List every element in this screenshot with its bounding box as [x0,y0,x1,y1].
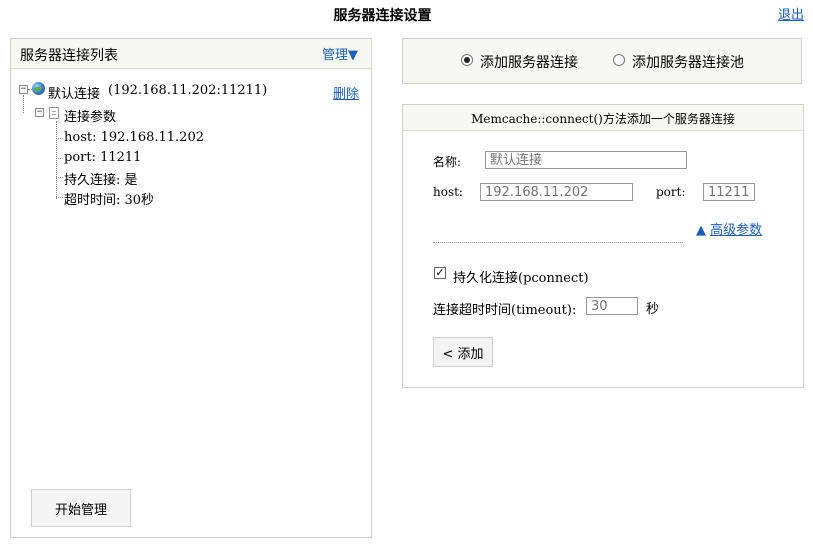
collapse-toggle-icon[interactable]: − [19,85,28,94]
logout-link[interactable]: 退出 [778,4,804,23]
document-icon [49,107,59,119]
param-port: port: 11211 [64,150,142,165]
param-timeout: 超时时间: 30秒 [64,193,155,208]
timeout-input[interactable] [586,297,638,315]
radio-add-connection-label[interactable]: 添加服务器连接 [480,52,578,72]
form-title: Memcache::connect()方法添加一个服务器连接 [471,112,735,126]
tree-connector [56,197,63,198]
tree-connector [56,158,63,159]
server-list-title: 服务器连接列表 [20,48,118,64]
host-input[interactable] [480,183,633,201]
port-input[interactable] [703,183,755,201]
mode-select-box: 添加服务器连接 添加服务器连接池 [402,38,802,84]
tree-connector [56,121,57,199]
tree-connector [23,95,24,113]
radio-add-pool[interactable] [613,54,625,66]
timeout-unit: 秒 [646,302,660,317]
timeout-label: 连接超时时间(timeout): [433,303,577,318]
divider [433,242,683,243]
manage-dropdown[interactable]: 管理▼ [322,44,358,63]
radio-add-pool-label[interactable]: 添加服务器连接池 [632,52,744,72]
port-label: port: [656,185,686,199]
name-label: 名称: [433,155,462,169]
name-input[interactable] [485,151,687,169]
globe-icon [32,82,45,95]
params-node-label[interactable]: 连接参数 [64,106,116,125]
server-list-panel: 服务器连接列表 管理▼ − 默认连接 (192.168.11.202:11211… [10,38,372,538]
advanced-params-toggle[interactable]: ▲ 高级参数 [696,219,762,238]
form-header: Memcache::connect()方法添加一个服务器连接 [403,105,803,131]
param-host: host: 192.168.11.202 [64,130,204,145]
host-label: host: [433,185,463,199]
connection-address: (192.168.11.202:11211) [108,83,268,98]
page-title: 服务器连接设置 [333,8,432,24]
collapse-toggle-icon[interactable]: − [35,108,44,117]
connection-name[interactable]: 默认连接 [48,83,100,102]
pconnect-checkbox[interactable]: ✓ [434,267,446,279]
start-manage-button[interactable]: 开始管理 [31,489,131,527]
param-persistent: 持久连接: 是 [64,173,138,188]
add-button[interactable]: < 添加 [433,337,493,367]
tree-connector [56,138,63,139]
triangle-up-icon: ▲ [696,223,706,238]
delete-connection-link[interactable]: 删除 [333,83,359,102]
radio-add-connection[interactable] [461,54,473,66]
tree-connector [56,177,63,178]
server-list-header: 服务器连接列表 管理▼ [11,39,371,69]
advanced-params-label[interactable]: 高级参数 [710,223,762,238]
pconnect-label[interactable]: 持久化连接(pconnect) [453,267,589,286]
add-connection-form: Memcache::connect()方法添加一个服务器连接 名称: host:… [402,104,804,388]
